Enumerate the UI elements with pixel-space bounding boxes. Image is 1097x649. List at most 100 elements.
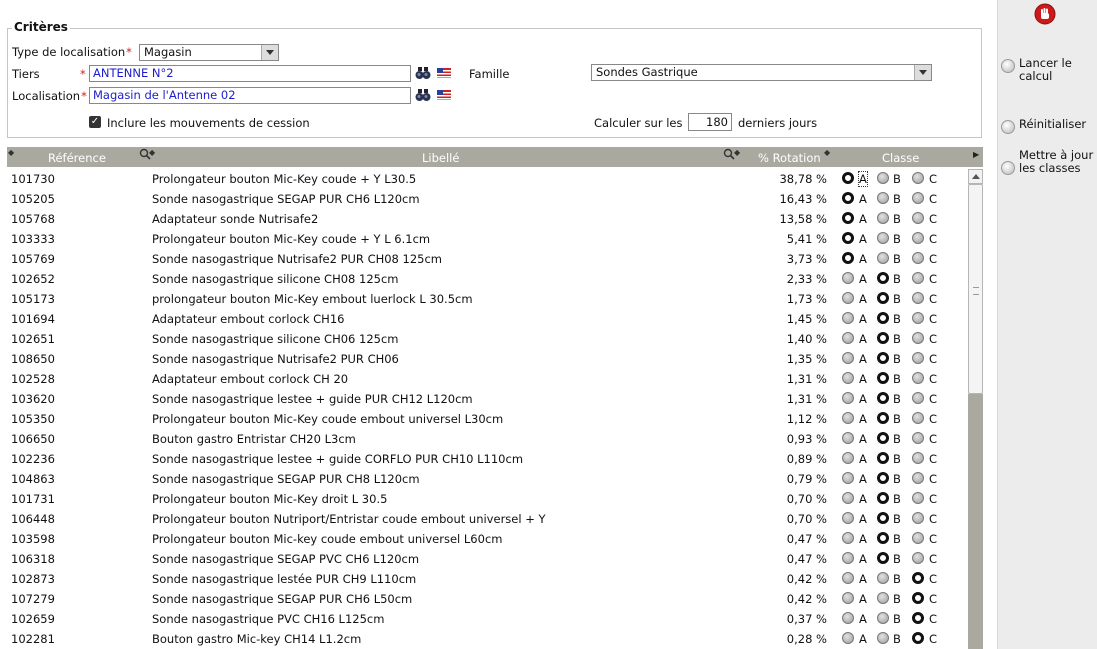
class-b-radio[interactable] — [877, 392, 889, 404]
class-a-radio[interactable] — [842, 272, 854, 284]
class-a-radio[interactable] — [842, 332, 854, 344]
class-b-radio[interactable] — [877, 232, 889, 244]
class-a-radio[interactable] — [842, 412, 854, 424]
table-row[interactable]: 102659 Sonde nasogastrique PVC CH16 L125c… — [7, 609, 968, 629]
class-a-radio[interactable] — [842, 472, 854, 484]
class-c-radio[interactable] — [912, 432, 924, 444]
table-row[interactable]: 102281 Bouton gastro Mic-key CH14 L1.2cm 0… — [7, 629, 968, 649]
update-classes-button[interactable]: Mettre à jour les classes — [1001, 149, 1097, 189]
class-a-radio[interactable] — [842, 452, 854, 464]
header-libelle[interactable]: Libellé — [422, 151, 459, 165]
sort-icon[interactable]: ◆ — [734, 148, 740, 157]
class-c-radio[interactable] — [912, 412, 924, 424]
class-a-radio[interactable] — [842, 372, 854, 384]
class-b-radio[interactable] — [877, 332, 889, 344]
table-row[interactable]: 105769 Sonde nasogastrique Nutrisafe2 PUR… — [7, 249, 968, 269]
class-b-radio[interactable] — [877, 592, 889, 604]
class-b-radio[interactable] — [877, 412, 889, 424]
class-b-radio[interactable] — [877, 212, 889, 224]
class-c-radio[interactable] — [912, 612, 924, 624]
class-c-radio[interactable] — [912, 532, 924, 544]
tiers-input[interactable]: ANTENNE N°2 — [89, 65, 411, 82]
table-row[interactable]: 106448 Prolongateur bouton Nutriport/Entr… — [7, 509, 968, 529]
sort-icon[interactable]: ◆ — [149, 148, 155, 157]
table-row[interactable]: 102651 Sonde nasogastrique silicone CH06 … — [7, 329, 968, 349]
class-b-radio[interactable] — [877, 552, 889, 564]
class-c-radio[interactable] — [912, 512, 924, 524]
class-a-radio[interactable] — [842, 392, 854, 404]
header-classe[interactable]: Classe — [882, 151, 919, 165]
class-b-radio[interactable] — [877, 512, 889, 524]
flag-icon[interactable] — [437, 68, 451, 78]
class-c-radio[interactable] — [912, 232, 924, 244]
reset-button[interactable]: Réinitialiser — [1001, 118, 1097, 134]
include-cession-checkbox[interactable]: ✓ — [89, 116, 101, 128]
class-a-radio[interactable] — [842, 252, 854, 264]
class-c-radio[interactable] — [912, 312, 924, 324]
class-a-radio[interactable] — [842, 192, 854, 204]
class-a-radio[interactable] — [842, 172, 854, 184]
chevron-down-icon[interactable] — [914, 65, 931, 80]
class-c-radio[interactable] — [912, 292, 924, 304]
scroll-up-icon[interactable] — [968, 169, 983, 184]
class-b-radio[interactable] — [877, 312, 889, 324]
vertical-scrollbar[interactable] — [968, 169, 983, 649]
class-a-radio[interactable] — [842, 352, 854, 364]
class-b-radio[interactable] — [877, 192, 889, 204]
type-localisation-select[interactable]: Magasin — [139, 44, 279, 61]
table-row[interactable]: 108650 Sonde nasogastrique Nutrisafe2 PUR… — [7, 349, 968, 369]
chevron-down-icon[interactable] — [261, 45, 278, 60]
class-c-radio[interactable] — [912, 552, 924, 564]
table-row[interactable]: 101731 Prolongateur bouton Mic-Key droit … — [7, 489, 968, 509]
class-a-radio[interactable] — [842, 232, 854, 244]
flag-icon[interactable] — [437, 90, 451, 100]
class-b-radio[interactable] — [877, 352, 889, 364]
class-c-radio[interactable] — [912, 472, 924, 484]
class-a-radio[interactable] — [842, 552, 854, 564]
sort-icon[interactable]: ◆ — [8, 148, 14, 157]
table-row[interactable]: 101730 Prolongateur bouton Mic-Key coude … — [7, 169, 968, 189]
class-c-radio[interactable] — [912, 172, 924, 184]
days-input[interactable]: 180 — [688, 113, 732, 131]
table-row[interactable]: 103620 Sonde nasogastrique lestee + guide… — [7, 389, 968, 409]
famille-select[interactable]: Sondes Gastrique — [591, 64, 932, 81]
class-b-radio[interactable] — [877, 612, 889, 624]
class-c-radio[interactable] — [912, 352, 924, 364]
stop-hand-icon[interactable] — [1034, 3, 1056, 25]
class-b-radio[interactable] — [877, 472, 889, 484]
class-c-radio[interactable] — [912, 272, 924, 284]
class-a-radio[interactable] — [842, 492, 854, 504]
table-row[interactable]: 105350 Prolongateur bouton Mic-Key coude … — [7, 409, 968, 429]
chevron-right-icon[interactable]: ▶ — [973, 150, 979, 159]
class-c-radio[interactable] — [912, 572, 924, 584]
class-b-radio[interactable] — [877, 372, 889, 384]
table-row[interactable]: 105205 Sonde nasogastrique SEGAP PUR CH6 … — [7, 189, 968, 209]
table-row[interactable]: 103598 Prolongateur bouton Mic-key coude … — [7, 529, 968, 549]
class-b-radio[interactable] — [877, 292, 889, 304]
class-b-radio[interactable] — [877, 252, 889, 264]
class-c-radio[interactable] — [912, 592, 924, 604]
sort-icon[interactable]: ◆ — [824, 148, 830, 157]
table-row[interactable]: 106650 Bouton gastro Entristar CH20 L3cm 0… — [7, 429, 968, 449]
class-c-radio[interactable] — [912, 392, 924, 404]
table-row[interactable]: 105173 prolongateur bouton Mic-Key embout… — [7, 289, 968, 309]
table-row[interactable]: 103333 Prolongateur bouton Mic-Key coude … — [7, 229, 968, 249]
table-row[interactable]: 102873 Sonde nasogastrique lestée PUR CH9… — [7, 569, 968, 589]
class-b-radio[interactable] — [877, 452, 889, 464]
class-c-radio[interactable] — [912, 492, 924, 504]
class-a-radio[interactable] — [842, 312, 854, 324]
class-b-radio[interactable] — [877, 172, 889, 184]
table-row[interactable]: 102236 Sonde nasogastrique lestee + guide… — [7, 449, 968, 469]
class-c-radio[interactable] — [912, 632, 924, 644]
header-rotation[interactable]: % Rotation — [758, 151, 821, 165]
localisation-input[interactable]: Magasin de l'Antenne 02 — [89, 87, 411, 104]
table-row[interactable]: 102528 Adaptateur embout corlock CH 20 1,3… — [7, 369, 968, 389]
binoculars-icon[interactable] — [415, 88, 431, 102]
table-row[interactable]: 102652 Sonde nasogastrique silicone CH08 … — [7, 269, 968, 289]
class-b-radio[interactable] — [877, 532, 889, 544]
scroll-thumb[interactable] — [968, 184, 983, 394]
class-c-radio[interactable] — [912, 452, 924, 464]
class-c-radio[interactable] — [912, 192, 924, 204]
class-b-radio[interactable] — [877, 632, 889, 644]
header-reference[interactable]: Référence — [48, 151, 106, 165]
